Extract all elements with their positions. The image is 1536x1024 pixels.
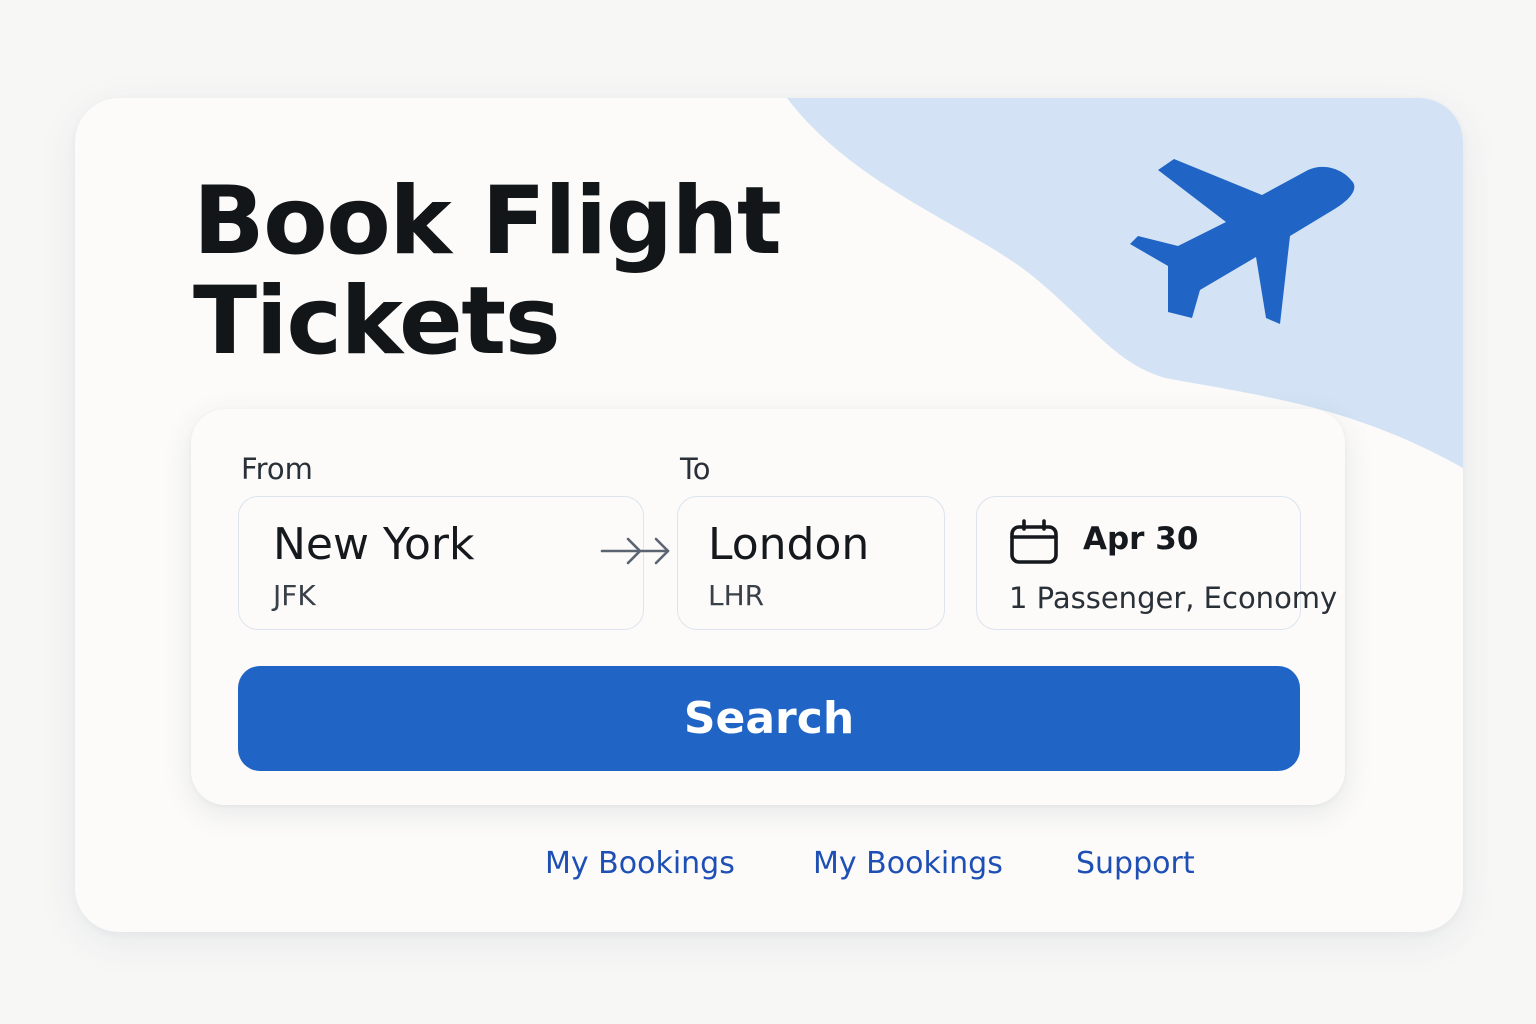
to-label: To <box>680 452 711 486</box>
page-title-line-1: Book Flight <box>193 167 782 276</box>
from-airport-code: JFK <box>273 579 316 612</box>
to-airport-code: LHR <box>708 579 765 612</box>
calendar-icon <box>1010 519 1058 564</box>
arrow-right-icon <box>600 537 670 565</box>
support-link[interactable]: Support <box>1076 846 1195 881</box>
date-passenger-field[interactable]: Apr 30 1 Passenger, Economy <box>976 496 1337 630</box>
my-bookings-link-2[interactable]: My Bookings <box>813 846 1003 881</box>
to-city: London <box>708 519 870 570</box>
page-title-line-2: Tickets <box>193 267 561 376</box>
my-bookings-link[interactable]: My Bookings <box>545 846 735 881</box>
from-city: New York <box>273 519 475 570</box>
passenger-class: 1 Passenger, Economy <box>1009 581 1338 615</box>
search-button[interactable]: Search <box>238 666 1300 771</box>
airplane-icon <box>1130 159 1355 324</box>
page-title: Book Flight Tickets <box>193 167 782 376</box>
departure-date: Apr 30 <box>1083 521 1199 557</box>
from-field[interactable]: New York JFK <box>238 496 644 630</box>
to-field[interactable]: London LHR <box>677 496 945 630</box>
from-label: From <box>241 452 313 486</box>
